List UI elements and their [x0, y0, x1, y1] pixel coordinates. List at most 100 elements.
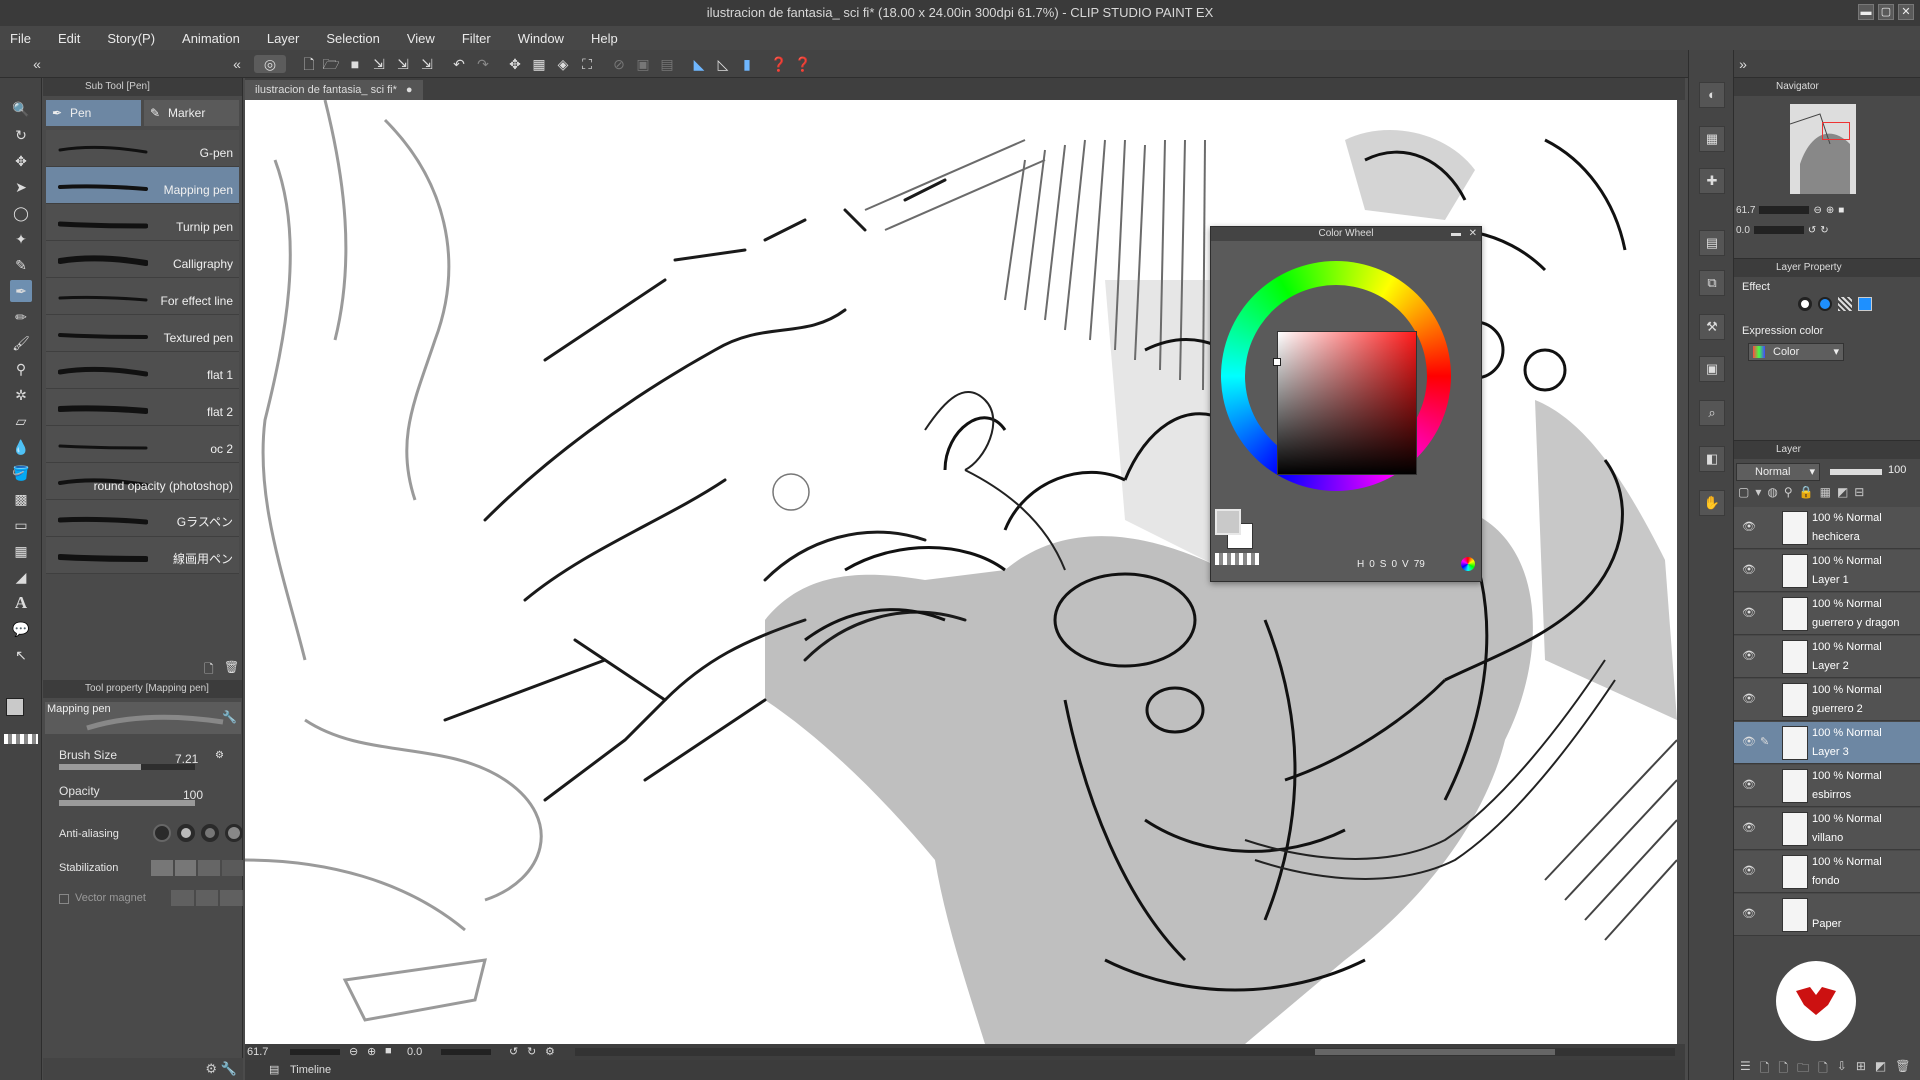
quick-access-dock-icon[interactable]: ✋ — [1699, 490, 1725, 516]
eye-icon[interactable]: 👁 — [1742, 865, 1756, 877]
brush-item[interactable]: Calligraphy — [46, 241, 239, 278]
transparent-color-swatch[interactable] — [4, 734, 38, 744]
brush-tool-icon[interactable]: 🖌 — [10, 332, 32, 354]
eye-icon[interactable]: 👁 — [1742, 693, 1756, 705]
move-tool-icon[interactable]: ✥ — [10, 150, 32, 172]
undo-icon[interactable]: ↶ — [450, 55, 468, 73]
canvas-zoom-slider[interactable] — [290, 1049, 340, 1055]
layer-color-icon[interactable]: ▢ — [1738, 485, 1749, 503]
mask-icon[interactable]: ◩ — [1875, 1059, 1886, 1079]
layer-opacity-slider[interactable] — [1830, 469, 1882, 475]
layer-row[interactable]: 👁 100 % Normal guerrero y dragon — [1734, 593, 1920, 635]
navigator-rotation-slider[interactable] — [1753, 226, 1804, 234]
tab-pen[interactable]: ✒ Pen — [46, 100, 141, 126]
layer-menu-icon[interactable]: ☰ — [1740, 1059, 1751, 1079]
new-layer-icon[interactable]: 🗋 — [1818, 1059, 1828, 1079]
ruler-icon[interactable]: ▣ — [634, 55, 652, 73]
brush-item[interactable]: For effect line — [46, 278, 239, 315]
collapse-arrow-icon[interactable]: « — [228, 55, 246, 73]
maximize-button[interactable]: ▢ — [1878, 4, 1894, 20]
reset-rotation-icon[interactable]: ⚙ — [545, 1045, 555, 1058]
new-file-icon[interactable]: 🗋 — [300, 55, 318, 73]
transform-icon[interactable]: ✥ — [506, 55, 524, 73]
document-tab[interactable]: ilustracion de fantasia_ sci fi* ● — [245, 80, 423, 100]
fill-icon[interactable]: ◈ — [554, 55, 572, 73]
saturation-value-square[interactable] — [1273, 331, 1417, 475]
save-icon[interactable]: ■ — [346, 55, 364, 73]
ruler-icon[interactable]: ⊟ — [1854, 485, 1864, 503]
clipping-icon[interactable]: ◍ — [1767, 485, 1777, 503]
help-icon[interactable]: ❓ — [794, 55, 812, 73]
frame-tool-icon[interactable]: ▦ — [10, 540, 32, 562]
layer-row[interactable]: 👁 100 % Normal guerrero 2 — [1734, 679, 1920, 721]
new-vector-layer-icon[interactable]: 🗋 — [1778, 1059, 1788, 1079]
crop-icon[interactable]: ⛶ — [578, 55, 596, 73]
search-layer-dock-icon[interactable]: ⌕ — [1699, 400, 1725, 426]
brush-item[interactable]: round opacity (photoshop) — [46, 463, 239, 500]
approximate-color-dock-icon[interactable]: ▤ — [1699, 230, 1725, 256]
color-wheel-dock-icon[interactable]: ◐ — [1699, 82, 1725, 108]
correct-line-tool-icon[interactable]: ↖ — [10, 644, 32, 666]
zoom-tool-icon[interactable]: 🔍 — [10, 98, 32, 120]
eraser-tool-icon[interactable]: ▱ — [10, 410, 32, 432]
rotate-left-icon[interactable]: ↺ — [509, 1045, 518, 1058]
pen-tool-icon[interactable]: ✒ — [10, 280, 32, 302]
antialias-medium[interactable] — [201, 824, 219, 842]
export-icon[interactable]: ⇲ — [370, 55, 388, 73]
snap-icon[interactable]: ◺ — [714, 55, 732, 73]
merge-icon[interactable]: ⊞ — [1856, 1059, 1866, 1079]
blend-mode-select[interactable]: Normal ▾ — [1736, 463, 1820, 481]
brush-item[interactable]: oc 2 — [46, 426, 239, 463]
main-color-swatch[interactable] — [6, 698, 24, 716]
menu-selection[interactable]: Selection — [326, 31, 379, 46]
transparent-color-swatch[interactable] — [1215, 553, 1259, 565]
layer-row[interactable]: 👁 100 % Normal esbirros — [1734, 765, 1920, 807]
ruler-tool-icon[interactable]: ◢ — [10, 566, 32, 588]
ruler-icon[interactable]: ⊘ — [610, 55, 628, 73]
v-value[interactable]: 79 — [1414, 559, 1425, 570]
lock-alpha-icon[interactable]: ▦ — [1820, 485, 1831, 503]
gradient-tool-icon[interactable]: ▩ — [10, 488, 32, 510]
intermediate-color-dock-icon[interactable]: ✚ — [1699, 168, 1725, 194]
menu-filter[interactable]: Filter — [462, 31, 491, 46]
eye-icon[interactable]: 👁 — [1742, 736, 1756, 748]
rotate-tool-icon[interactable]: ↻ — [10, 124, 32, 146]
layer-row[interactable]: 👁 100 % Normal fondo — [1734, 851, 1920, 893]
navigator-zoom-slider[interactable] — [1759, 206, 1810, 214]
fit-icon[interactable]: ■ — [385, 1045, 392, 1057]
rotate-left-icon[interactable]: ↺ — [1808, 225, 1816, 236]
s-value[interactable]: 0 — [1391, 559, 1397, 570]
menu-animation[interactable]: Animation — [182, 31, 240, 46]
brush-item[interactable]: flat 2 — [46, 389, 239, 426]
layer-row[interactable]: 👁 ✎ 100 % Normal Layer 3 — [1734, 722, 1920, 764]
snap-icon[interactable]: ▮ — [738, 55, 756, 73]
clip-studio-icon[interactable]: ◎ — [254, 55, 286, 73]
navigator-zoom-value[interactable]: 61.7 — [1736, 205, 1755, 216]
eye-icon[interactable]: 👁 — [1742, 779, 1756, 791]
redo-icon[interactable]: ↷ — [474, 55, 492, 73]
reference-icon[interactable]: ⚲ — [1784, 485, 1793, 503]
collapse-arrow-icon[interactable]: « — [28, 55, 46, 73]
new-subtool-icon[interactable]: 🗋 — [204, 660, 218, 676]
eye-icon[interactable]: 👁 — [1742, 908, 1756, 920]
eye-icon[interactable]: 👁 — [1742, 822, 1756, 834]
menu-window[interactable]: Window — [518, 31, 564, 46]
antialias-strong[interactable] — [225, 824, 243, 842]
menu-layer[interactable]: Layer — [267, 31, 300, 46]
color-set-dock-icon[interactable]: ▦ — [1699, 126, 1725, 152]
border-effect-icon[interactable] — [1798, 297, 1812, 311]
new-folder-icon[interactable]: 🗀 — [1797, 1059, 1809, 1079]
eye-icon[interactable]: 👁 — [1742, 521, 1756, 533]
eye-icon[interactable]: 👁 — [1742, 607, 1756, 619]
horizontal-scrollbar[interactable] — [575, 1048, 1675, 1056]
color-picker-marker[interactable] — [1273, 358, 1281, 366]
export-icon[interactable]: ⇲ — [418, 55, 436, 73]
balloon-tool-icon[interactable]: 💬 — [10, 618, 32, 640]
new-raster-layer-icon[interactable]: 🗋 — [1760, 1059, 1770, 1079]
snap-icon[interactable]: ◣ — [690, 55, 708, 73]
zoom-out-icon[interactable]: ⊖ — [1813, 205, 1821, 216]
layer-color-icon[interactable] — [1858, 297, 1872, 311]
brush-size-value[interactable]: 7.21 — [175, 752, 198, 766]
brush-item[interactable]: flat 1 — [46, 352, 239, 389]
navigator-rotation-value[interactable]: 0.0 — [1736, 225, 1750, 236]
